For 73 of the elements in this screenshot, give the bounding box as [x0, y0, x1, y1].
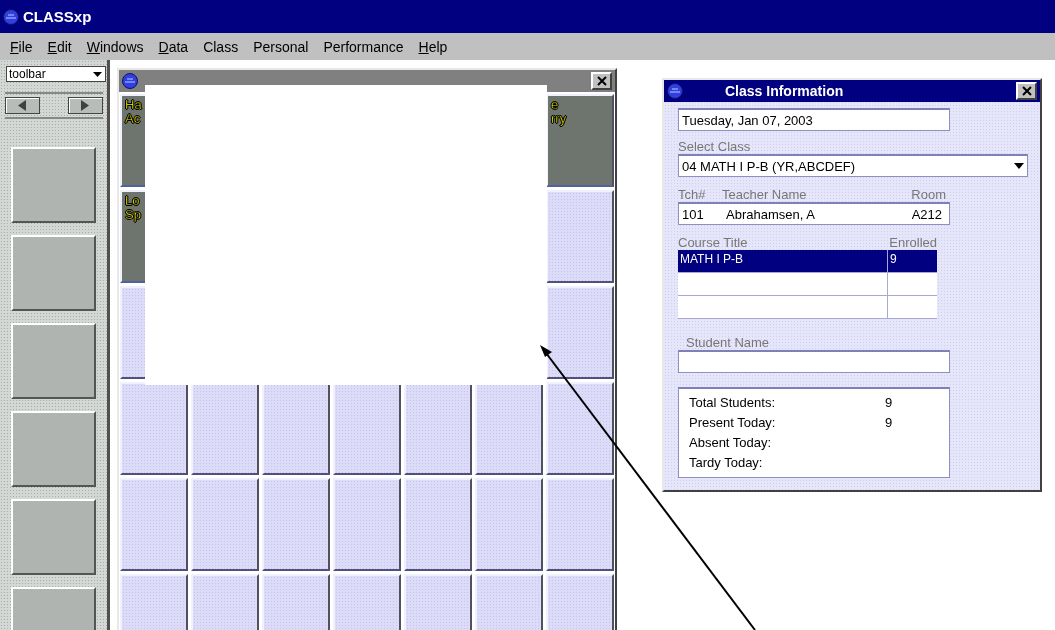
student-name: Ha	[125, 98, 142, 112]
close-icon	[1021, 86, 1032, 96]
left-triangle-icon	[18, 100, 26, 111]
empty-seat[interactable]	[546, 190, 614, 283]
course-row[interactable]: MATH I P-B 9	[678, 250, 937, 273]
caret-icon	[93, 71, 102, 77]
caret-icon	[1014, 163, 1024, 169]
date-field[interactable]: Tuesday, Jan 07, 2003	[678, 108, 950, 131]
table-cell: 9	[888, 250, 937, 272]
empty-seat[interactable]	[404, 382, 472, 475]
empty-seat[interactable]	[546, 478, 614, 571]
teacher-name: Abrahamsen, A	[726, 206, 816, 222]
student-name-field[interactable]	[678, 350, 950, 373]
menu-item[interactable]: Help	[412, 38, 454, 55]
empty-seat[interactable]	[475, 382, 543, 475]
right-triangle-icon	[81, 100, 89, 111]
menu-item[interactable]: Performance	[317, 38, 410, 55]
stat-value: 9	[885, 395, 894, 411]
menu-item[interactable]: Windows	[80, 38, 150, 55]
column-header: Tch#	[678, 187, 707, 202]
student-name: Ac	[125, 112, 141, 126]
stat-label: Tardy Today:	[689, 455, 764, 471]
window-title: Class Information	[725, 83, 845, 99]
empty-seat[interactable]	[546, 286, 614, 379]
toolbar-dropdown[interactable]: toolbar	[6, 66, 106, 82]
menu-item[interactable]: Data	[152, 38, 195, 55]
toolbar-button[interactable]	[11, 411, 96, 487]
student-name: Lo	[125, 194, 140, 208]
previous-button[interactable]	[4, 97, 40, 114]
field-label: Student Name	[686, 335, 771, 350]
close-button[interactable]	[591, 72, 612, 90]
empty-seat[interactable]	[191, 478, 259, 571]
stat-label: Present Today:	[689, 415, 777, 431]
close-button[interactable]	[1016, 82, 1037, 100]
menu-item[interactable]: Edit	[41, 38, 78, 55]
menu-item[interactable]: File	[4, 38, 39, 55]
close-icon	[596, 76, 607, 86]
app-icon	[122, 73, 138, 89]
student-name: Sp	[125, 208, 141, 222]
next-button[interactable]	[67, 97, 103, 114]
column-header: Room	[910, 187, 947, 202]
app-icon	[667, 83, 683, 99]
empty-seat[interactable]	[333, 382, 401, 475]
empty-seat[interactable]	[262, 478, 330, 571]
toolbar-button[interactable]	[11, 323, 96, 399]
stat-label: Total Students:	[689, 395, 776, 411]
column-header: Course Title	[678, 235, 748, 250]
empty-seat[interactable]	[191, 382, 259, 475]
stat-label: Absent Today:	[689, 435, 773, 451]
student-name: rry	[551, 112, 567, 126]
menu-item[interactable]: Personal	[247, 38, 315, 55]
empty-seat[interactable]	[262, 382, 330, 475]
empty-seat[interactable]	[475, 478, 543, 571]
empty-seat[interactable]	[546, 382, 614, 475]
empty-seat[interactable]	[120, 382, 188, 475]
teacher-number: 101	[682, 206, 705, 222]
field-label: Select Class	[678, 139, 752, 154]
column-header: Teacher Name	[722, 187, 808, 202]
class-dropdown[interactable]: 04 MATH I P-B (YR,ABCDEF)	[678, 154, 1028, 177]
toolbar-button[interactable]	[11, 147, 96, 223]
table-cell: MATH I P-B	[678, 250, 888, 272]
stat-value: 9	[885, 415, 894, 431]
empty-seat[interactable]	[404, 478, 472, 571]
column-header: Enrolled	[889, 235, 937, 250]
menu-item[interactable]: Class	[197, 38, 245, 55]
app-icon	[3, 8, 19, 25]
empty-seat[interactable]	[120, 478, 188, 571]
room-number: A212	[910, 206, 943, 222]
empty-seat[interactable]	[333, 478, 401, 571]
toolbar-button[interactable]	[11, 499, 96, 575]
student-name: e	[551, 98, 559, 112]
app-title: CLASSxp	[23, 8, 92, 25]
toolbar-button[interactable]	[11, 235, 96, 311]
